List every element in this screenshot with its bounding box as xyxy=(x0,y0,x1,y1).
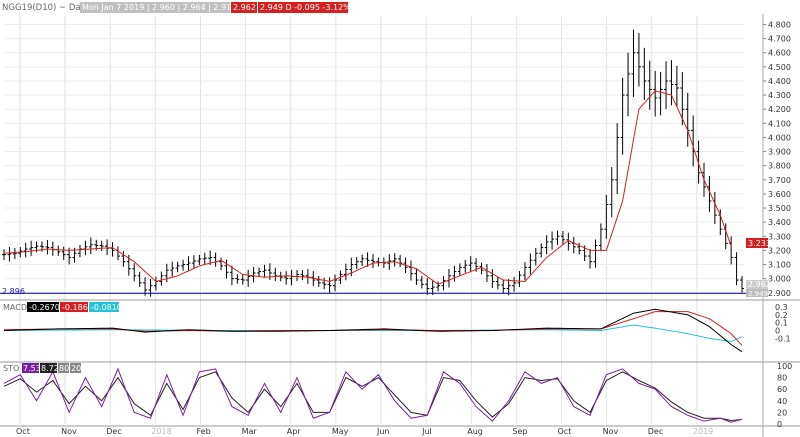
svg-text:2.949: 2.949 xyxy=(748,290,768,298)
date-tick-label: Feb xyxy=(197,427,211,436)
price-tick-label: 4.500 xyxy=(768,63,791,72)
svg-text:7.53: 7.53 xyxy=(23,364,41,373)
support-label: 2.896 xyxy=(2,287,25,296)
svg-text:20: 20 xyxy=(71,364,81,373)
svg-text:3.233: 3.233 xyxy=(748,239,771,248)
price-tick-label: 3.500 xyxy=(768,204,791,213)
date-tick-label: 2019 xyxy=(693,427,713,436)
price-tick-label: 3.100 xyxy=(768,261,791,270)
date-tick-label: Sep xyxy=(512,427,527,436)
price-tick-label: 4.300 xyxy=(768,91,791,100)
chart-background xyxy=(0,0,800,437)
chart: 2.896 4.800 4.700 4.600 4.500 4.400 4.300 4.20… xyxy=(0,0,800,437)
symbol-header: NGG19(D10) ~ Daily Mon Jan 7 2019 | 2.96… xyxy=(2,2,351,13)
macd-tick-label: -0.1 xyxy=(775,334,791,343)
date-tick-label: Jun xyxy=(376,427,390,436)
svg-text:-0.1860: -0.1860 xyxy=(62,303,93,312)
date-tick-label: Oct xyxy=(16,427,30,436)
stochastic-tick-label: 80 xyxy=(777,374,787,383)
price-tick-label: 3.300 xyxy=(768,232,791,241)
price-tick-label: 3.900 xyxy=(768,148,791,157)
stochastic-tick-label: 0 xyxy=(777,420,782,429)
price-tick-label: 3.000 xyxy=(768,275,791,284)
stochastic-tick-label: 100 xyxy=(777,362,792,371)
date-tick-label: Dec xyxy=(106,427,121,436)
price-tick-label: 4.100 xyxy=(768,119,791,128)
price-tick-label: 2.900 xyxy=(768,289,791,298)
svg-text:2.962: 2.962 xyxy=(748,280,771,289)
close-price-badge-2: 2.949 xyxy=(746,289,768,298)
date-tick-label: Mar xyxy=(242,427,258,436)
svg-text:STO: STO xyxy=(3,364,19,373)
svg-text:Mon Jan 7 2019 | 2.960 | 2.964: Mon Jan 7 2019 | 2.960 | 2.964 | 2.910 xyxy=(82,3,236,12)
stochastic-tick-label: 40 xyxy=(777,397,787,406)
date-tick-label: Oct xyxy=(558,427,572,436)
price-tick-label: 4.600 xyxy=(768,49,791,58)
price-tick-label: 3.200 xyxy=(768,246,791,255)
date-tick-label: Aug xyxy=(467,427,483,436)
svg-text:80: 80 xyxy=(59,364,69,373)
macd-legend: MACD -0.2670 -0.1860 -0.0810 xyxy=(3,302,122,312)
stochastic-tick-label: 60 xyxy=(777,385,787,394)
date-tick-label: Jul xyxy=(421,427,432,436)
svg-text:2.949 D -0.095 -3.12%: 2.949 D -0.095 -3.12% xyxy=(260,3,351,12)
date-tick-label: Apr xyxy=(287,427,302,436)
date-tick-label: Dec xyxy=(648,427,663,436)
close-price-badge: 2.962 xyxy=(746,280,771,289)
price-tick-label: 4.700 xyxy=(768,35,791,44)
svg-text:-0.0810: -0.0810 xyxy=(91,303,122,312)
price-tick-label: 4.000 xyxy=(768,133,791,142)
svg-text:MACD: MACD xyxy=(3,303,27,312)
price-tick-label: 3.400 xyxy=(768,218,791,227)
date-tick-label: Nov xyxy=(603,427,619,436)
last-price-badge: 3.233 xyxy=(746,238,771,248)
svg-text:NGG19(D10) ~ Daily: NGG19(D10) ~ Daily xyxy=(2,3,90,13)
price-tick-label: 3.600 xyxy=(768,190,791,199)
svg-text:8.72: 8.72 xyxy=(41,364,59,373)
svg-text:2.962: 2.962 xyxy=(233,3,256,12)
date-tick-label: Nov xyxy=(61,427,77,436)
price-tick-label: 4.800 xyxy=(768,20,791,29)
price-tick-label: 3.800 xyxy=(768,162,791,171)
price-tick-label: 4.200 xyxy=(768,105,791,114)
svg-text:-0.2670: -0.2670 xyxy=(29,303,60,312)
stochastic-tick-label: 20 xyxy=(777,408,787,417)
price-tick-label: 4.400 xyxy=(768,77,791,86)
date-tick-label: 2018 xyxy=(151,427,171,436)
date-tick-label: May xyxy=(332,427,349,436)
price-tick-label: 3.700 xyxy=(768,176,791,185)
